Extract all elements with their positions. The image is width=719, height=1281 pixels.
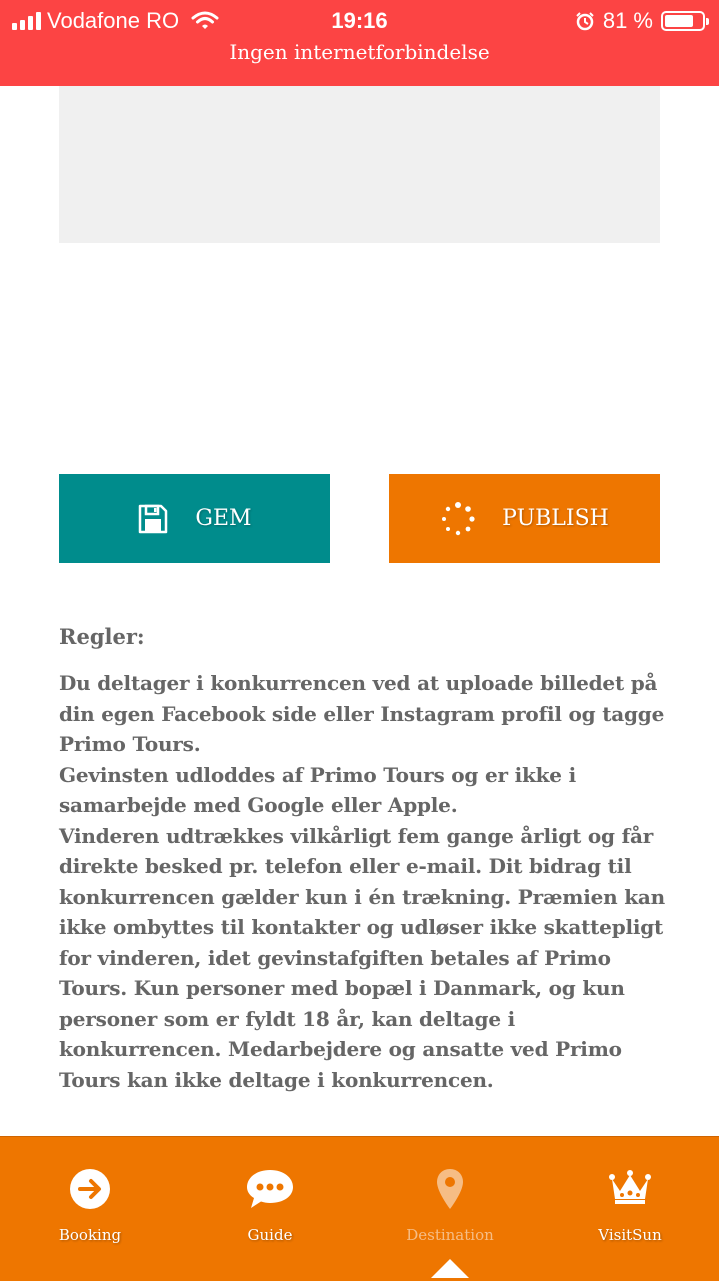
rules-text: Du deltager i konkurrencen ved at upload… bbox=[59, 671, 666, 1092]
tab-guide[interactable]: Guide bbox=[180, 1137, 360, 1281]
crown-icon bbox=[609, 1170, 651, 1204]
tab-visitsun-label: VisitSun bbox=[598, 1226, 662, 1244]
tab-booking-label: Booking bbox=[58, 1226, 122, 1244]
status-bar: Vodafone RO 19:16 81 % Ingen internetfor… bbox=[0, 0, 719, 86]
chat-bubble-icon bbox=[247, 1170, 293, 1208]
save-button-label: GEM bbox=[195, 506, 252, 531]
tab-visitsun[interactable]: VisitSun bbox=[540, 1137, 719, 1281]
battery-icon bbox=[661, 11, 709, 31]
active-tab-indicator bbox=[431, 1259, 469, 1278]
floppy-disk-icon bbox=[139, 504, 168, 533]
save-button[interactable]: GEM bbox=[59, 474, 330, 563]
tab-guide-label: Guide bbox=[247, 1226, 293, 1244]
loading-spinner-icon bbox=[442, 501, 475, 535]
arrow-right-circle-icon bbox=[70, 1169, 110, 1209]
offline-notice: Ingen internetforbindelse bbox=[229, 40, 490, 64]
rules-heading: Regler: bbox=[59, 624, 145, 649]
tab-booking[interactable]: Booking bbox=[0, 1137, 180, 1281]
bottom-tab-bar: Booking Guide Destination VisitSun bbox=[0, 1136, 719, 1281]
battery-percent: 81 % bbox=[602, 8, 653, 33]
publish-button-label: PUBLISH bbox=[502, 506, 609, 531]
tab-destination-label: Destination bbox=[406, 1226, 494, 1244]
map-pin-icon bbox=[437, 1169, 463, 1209]
alarm-icon bbox=[576, 12, 594, 31]
image-placeholder bbox=[59, 86, 660, 243]
publish-button[interactable]: PUBLISH bbox=[389, 474, 660, 563]
